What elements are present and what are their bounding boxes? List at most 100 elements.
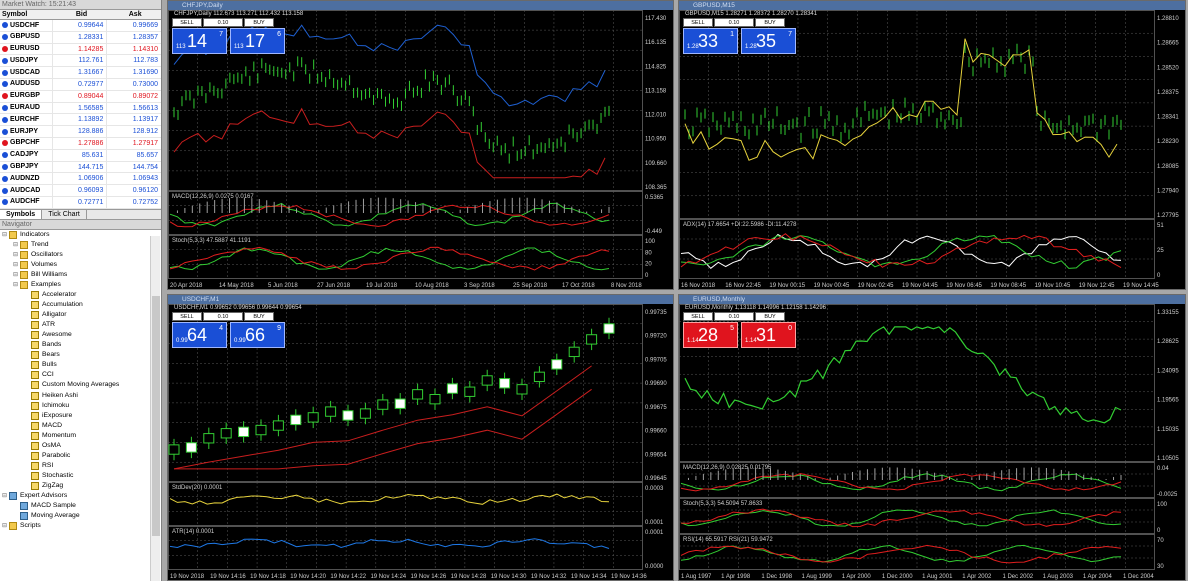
navigator-item[interactable]: Custom Moving Averages — [2, 380, 161, 390]
navigator-item[interactable]: OsMA — [2, 441, 161, 451]
chart-title[interactable]: EURUSD,Monthly — [679, 295, 1185, 304]
tab-symbols[interactable]: Symbols — [0, 209, 43, 219]
market-watch-row[interactable]: GBPUSD 1.28331 1.28357 — [0, 31, 161, 44]
symbol-dot-icon — [2, 34, 8, 41]
market-watch-row[interactable]: EURUSD 1.14285 1.14310 — [0, 43, 161, 56]
market-watch-row[interactable]: GBPCHF 1.27886 1.27917 — [0, 137, 161, 150]
sell-price-box[interactable]: 1.14 28 5 — [683, 322, 738, 348]
navigator-item[interactable]: Bears — [2, 350, 161, 360]
market-watch-row[interactable]: EURJPY 128.886 128.912 — [0, 126, 161, 138]
y-tick-label: 0.99660 — [645, 429, 667, 435]
navigator-item[interactable]: Ichimoku — [2, 401, 161, 411]
navigator-item[interactable]: Parabolic — [2, 451, 161, 461]
navigator-item[interactable]: ⊟ Oscillators — [2, 250, 161, 260]
market-watch-row[interactable]: USDCAD 1.31667 1.31690 — [0, 67, 161, 79]
market-watch-row[interactable]: EURCHF 1.13892 1.13917 — [0, 114, 161, 127]
buy-button[interactable]: BUY — [244, 312, 274, 321]
buy-button[interactable]: BUY — [755, 312, 785, 321]
market-watch-row[interactable]: AUDUSD 0.72977 0.73000 — [0, 78, 161, 91]
navigator-item[interactable]: ⊟ Examples — [2, 280, 161, 290]
chart-title[interactable]: USDCHF,M1 — [168, 295, 673, 304]
navigator-item[interactable]: ⊟ Indicators — [2, 230, 161, 240]
sell-button[interactable]: SELL — [683, 312, 713, 321]
navigator-item[interactable]: Bands — [2, 340, 161, 350]
chart-eurusd-monthly[interactable]: EURUSD,Monthly 1.33155 1.28625 1.24095 1.195… — [678, 294, 1186, 581]
navigator-item[interactable]: Heiken Ashi — [2, 391, 161, 401]
indicator-tick-label: 0 — [1157, 273, 1161, 279]
chart-gbpusd-m15[interactable]: GBPUSD,M15 1.28810 1.28665 1.28520 1.28375 1.… — [678, 0, 1186, 290]
navigator-item[interactable]: Awesome — [2, 330, 161, 340]
sell-button[interactable]: SELL — [683, 18, 713, 27]
navigator-item[interactable]: CCI — [2, 370, 161, 380]
navigator-item[interactable]: Stochastic — [2, 471, 161, 481]
col-bid[interactable]: Bid — [54, 10, 108, 19]
market-watch-row[interactable]: AUDCAD 0.96093 0.96120 — [0, 185, 161, 197]
navigator-item[interactable]: ATR — [2, 320, 161, 330]
navigator-item[interactable]: Bulls — [2, 360, 161, 370]
navigator-item[interactable]: Momentum — [2, 431, 161, 441]
tab-tick-chart[interactable]: Tick Chart — [42, 209, 87, 219]
lot-size-input[interactable]: 0.10 — [203, 312, 243, 321]
sell-price-box[interactable]: 1.28 33 1 — [683, 28, 738, 54]
col-symbol[interactable]: Symbol — [0, 10, 54, 19]
expand-icon[interactable]: ⊟ — [13, 250, 20, 260]
scrollbar-thumb[interactable] — [152, 296, 160, 536]
indicator-icon — [31, 461, 39, 470]
buy-price-box[interactable]: 1.14 31 0 — [741, 322, 796, 348]
ask-cell: 0.72752 — [106, 196, 161, 208]
sell-button[interactable]: SELL — [172, 312, 202, 321]
sell-button[interactable]: SELL — [172, 18, 202, 27]
lot-size-input[interactable]: 0.10 — [714, 312, 754, 321]
candle-body — [568, 346, 580, 358]
chart-usdchf-m1[interactable]: USDCHF,M1 0.99735 0.99720 0.99705 0.99690 0.9… — [167, 294, 674, 581]
market-watch-row[interactable]: USDCHF 0.99644 0.99669 — [0, 20, 161, 32]
buy-button[interactable]: BUY — [755, 18, 785, 27]
buy-price-box[interactable]: 113 17 6 — [230, 28, 285, 54]
chart-title[interactable]: CHFJPY,Daily — [168, 1, 673, 10]
navigator-scrollbar[interactable] — [150, 236, 160, 581]
navigator-item[interactable]: Accumulation — [2, 300, 161, 310]
sell-price-box[interactable]: 0.99 64 4 — [172, 322, 227, 348]
navigator-item[interactable]: ⊟ Scripts — [2, 521, 161, 531]
market-watch-row[interactable]: CADJPY 85.631 85.657 — [0, 149, 161, 162]
navigator-item[interactable]: ⊟ Trend — [2, 240, 161, 250]
expand-icon[interactable]: ⊟ — [2, 230, 9, 240]
navigator-item[interactable]: ⊟ Bill Williams — [2, 270, 161, 280]
buy-price-box[interactable]: 0.99 66 9 — [230, 322, 285, 348]
navigator-item[interactable]: Alligator — [2, 310, 161, 320]
sell-price-box[interactable]: 113 14 7 — [172, 28, 227, 54]
lot-size-input[interactable]: 0.10 — [203, 18, 243, 27]
y-tick-label: 110.950 — [645, 137, 667, 143]
market-watch-row[interactable]: GBPJPY 144.715 144.754 — [0, 161, 161, 174]
navigator-item[interactable]: MACD — [2, 421, 161, 431]
col-ask[interactable]: Ask — [107, 10, 161, 19]
symbol-cell: AUDNZD — [0, 173, 52, 184]
buy-price-box[interactable]: 1.28 35 7 — [741, 28, 796, 54]
navigator-item[interactable]: ZigZag — [2, 481, 161, 491]
expand-icon[interactable]: ⊟ — [2, 491, 9, 501]
chart-chfjpy-daily[interactable]: CHFJPY,Daily 117.430 116.135 114.825 113.158… — [167, 0, 674, 290]
x-tick-label: 5 Jun 2018 — [268, 283, 298, 289]
x-tick-label: 16 Nov 2018 — [681, 283, 716, 289]
expand-icon[interactable]: ⊟ — [13, 240, 20, 250]
expand-icon[interactable]: ⊟ — [13, 260, 20, 270]
navigator-item[interactable]: ⊟ Expert Advisors — [2, 491, 161, 501]
expand-icon[interactable]: ⊟ — [2, 521, 9, 531]
expand-icon[interactable]: ⊟ — [13, 270, 20, 280]
market-watch-row[interactable]: AUDNZD 1.06906 1.06943 — [0, 173, 161, 186]
expand-icon[interactable]: ⊟ — [13, 280, 20, 290]
navigator-item[interactable]: Moving Average — [2, 511, 161, 521]
navigator-item[interactable]: RSI — [2, 461, 161, 471]
chart-title[interactable]: GBPUSD,M15 — [679, 1, 1185, 10]
lot-size-input[interactable]: 0.10 — [714, 18, 754, 27]
navigator-item-label: ZigZag — [42, 481, 64, 489]
navigator-item[interactable]: MACD Sample — [2, 501, 161, 511]
navigator-item[interactable]: iExposure — [2, 411, 161, 421]
market-watch-row[interactable]: AUDCHF 0.72771 0.72752 — [0, 196, 161, 209]
market-watch-row[interactable]: EURAUD 1.56585 1.56613 — [0, 102, 161, 115]
navigator-item[interactable]: ⊟ Volumes — [2, 260, 161, 270]
market-watch-row[interactable]: EURGBP 0.89044 0.89072 — [0, 90, 161, 103]
market-watch-row[interactable]: USDJPY 112.761 112.783 — [0, 55, 161, 68]
navigator-item[interactable]: Accelerator — [2, 290, 161, 300]
buy-button[interactable]: BUY — [244, 18, 274, 27]
